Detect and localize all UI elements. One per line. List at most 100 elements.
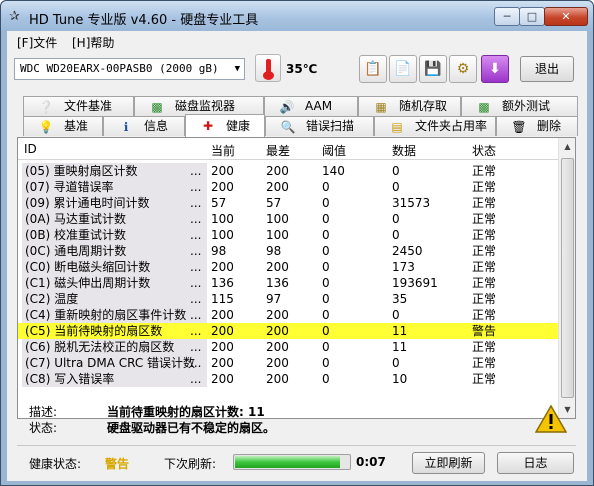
table-row[interactable]: (C4) 重新映射的扇区事件计数... 200 200 0 0 正常 <box>18 307 558 323</box>
table-row[interactable]: (C7) Ultra DMA CRC 错误计数... 200 200 0 0 正… <box>18 355 558 371</box>
table-row[interactable]: (05) 重映射扇区计数... 200 200 140 0 正常 <box>18 163 558 179</box>
menu-file[interactable]: [F]文件 <box>17 34 57 51</box>
column-header-data[interactable]: 数据 <box>392 142 416 159</box>
attribute-worst: 100 <box>266 228 289 242</box>
tab-aam[interactable]: 🔊 AAM <box>264 96 358 116</box>
attribute-status: 警告 <box>472 324 497 338</box>
refresh-now-button[interactable]: 立即刷新 <box>412 452 485 474</box>
tab-extra-tests[interactable]: ▩ 额外测试 <box>461 96 578 116</box>
table-row[interactable]: (0C) 通电周期计数... 98 98 0 2450 正常 <box>18 243 558 259</box>
attribute-current: 100 <box>211 212 234 226</box>
attribute-data: 173 <box>392 260 415 274</box>
attribute-worst: 57 <box>266 196 282 210</box>
table-row[interactable]: (C2) 温度... 115 97 0 35 正常 <box>18 291 558 307</box>
exit-button[interactable]: 退出 <box>520 56 574 82</box>
attribute-id: (0A) 马达重试计数... <box>22 211 207 227</box>
refresh-timer: 0:07 <box>356 455 386 469</box>
attribute-threshold: 0 <box>322 212 330 226</box>
attribute-current: 115 <box>211 292 234 306</box>
main-window: ✰ HD Tune 专业版 v4.60 - 硬盘专业工具 ─ □ ✕ [F]文件… <box>0 0 594 486</box>
download-button[interactable]: ⬇ <box>481 55 509 83</box>
attribute-id: (C1) 磁头伸出周期计数... <box>22 275 207 291</box>
attribute-status: 正常 <box>472 292 497 306</box>
health-cross-icon: ✚ <box>202 119 214 133</box>
copy-screen-icon: 📄 <box>394 61 412 77</box>
settings-button[interactable]: ⚙ <box>449 55 477 83</box>
menu-help[interactable]: [H]帮助 <box>72 34 114 51</box>
drive-select[interactable]: WDC WD20EARX-00PASB0 (2000 gB) ▼ <box>14 58 245 80</box>
table-row[interactable]: (07) 寻道错误率... 200 200 0 0 正常 <box>18 179 558 195</box>
save-button[interactable]: 💾 <box>419 55 447 83</box>
scrollbar-thumb[interactable] <box>561 158 574 398</box>
attribute-id: (05) 重映射扇区计数... <box>22 163 207 179</box>
tab-info[interactable]: ℹ 信息 <box>103 116 185 136</box>
temperature-value: 35℃ <box>286 62 318 76</box>
attribute-status: 正常 <box>472 180 497 194</box>
minimize-button[interactable]: ─ <box>494 7 520 26</box>
attribute-id: (C0) 断电磁头缩回计数... <box>22 259 207 275</box>
attribute-threshold: 0 <box>322 276 330 290</box>
attribute-status: 正常 <box>472 372 497 386</box>
attribute-current: 200 <box>211 180 234 194</box>
tab-error-scan[interactable]: 🔍 错误扫描 <box>265 116 374 136</box>
table-row[interactable]: (C1) 磁头伸出周期计数... 136 136 0 193691 正常 <box>18 275 558 291</box>
table-row[interactable]: (C0) 断电磁头缩回计数... 200 200 0 173 正常 <box>18 259 558 275</box>
attribute-data: 0 <box>392 212 400 226</box>
attribute-id: (C2) 温度... <box>22 291 207 307</box>
attribute-threshold: 0 <box>322 244 330 258</box>
tab-disk-monitor[interactable]: ▩ 磁盘监视器 <box>134 96 264 116</box>
attribute-worst: 200 <box>266 372 289 386</box>
table-row[interactable]: (09) 累计通电时间计数... 57 57 0 31573 正常 <box>18 195 558 211</box>
info-icon: ❔ <box>38 100 54 114</box>
save-icon: 💾 <box>424 61 442 77</box>
attribute-data: 10 <box>392 372 408 386</box>
attribute-status: 正常 <box>472 228 497 242</box>
log-button[interactable]: 日志 <box>497 452 574 474</box>
column-header-worst[interactable]: 最差 <box>266 142 290 159</box>
attribute-data: 0 <box>392 356 400 370</box>
window-title: HD Tune 专业版 v4.60 - 硬盘专业工具 <box>29 13 259 28</box>
maximize-button[interactable]: □ <box>519 7 545 26</box>
attribute-data: 0 <box>392 228 400 242</box>
tab-random-access[interactable]: ▦ 随机存取 <box>358 96 461 116</box>
table-row-selected[interactable]: (C5) 当前待映射的扇区数... 200 200 0 11 警告 <box>18 323 558 339</box>
column-header-id[interactable]: ID <box>24 142 37 156</box>
attribute-status: 正常 <box>472 340 497 354</box>
health-status-label: 健康状态: <box>29 457 82 471</box>
attribute-status: 正常 <box>472 212 497 226</box>
tab-file-benchmark[interactable]: ❔ 文件基准 <box>23 96 134 116</box>
attribute-status: 正常 <box>472 276 497 290</box>
app-icon: ✰ <box>9 9 20 24</box>
tab-health[interactable]: ✚ 健康 <box>185 114 265 137</box>
chart-icon: ▩ <box>151 100 163 114</box>
title-bar[interactable]: ✰ HD Tune 专业版 v4.60 - 硬盘专业工具 ─ □ ✕ <box>1 1 593 31</box>
scroll-up-icon[interactable]: ▲ <box>559 138 576 155</box>
column-header-threshold[interactable]: 阈值 <box>322 142 346 159</box>
column-header-status[interactable]: 状态 <box>472 142 496 159</box>
column-header-current[interactable]: 当前 <box>211 142 235 159</box>
refresh-progress-fill <box>235 456 340 468</box>
copy-text-button[interactable]: 📋 <box>359 55 387 83</box>
attribute-data: 31573 <box>392 196 431 210</box>
tab-benchmark[interactable]: 💡 基准 <box>23 116 103 136</box>
attribute-worst: 200 <box>266 308 289 322</box>
status-label: 状态: <box>29 421 58 435</box>
attribute-threshold: 140 <box>322 164 345 178</box>
table-row[interactable]: (C8) 写入错误率... 200 200 0 10 正常 <box>18 371 558 387</box>
thermometer-icon <box>255 54 281 82</box>
vertical-scrollbar[interactable]: ▲ ▼ <box>558 138 575 418</box>
tab-delete[interactable]: 🗑 删除 <box>496 116 578 136</box>
attribute-data: 11 <box>392 324 408 338</box>
attribute-threshold: 0 <box>322 228 330 242</box>
tab-folder-usage[interactable]: ▤ 文件夹占用率 <box>374 116 496 136</box>
copy-screen-button[interactable]: 📄 <box>389 55 417 83</box>
table-row[interactable]: (C6) 脱机无法校正的扇区数... 200 200 0 11 正常 <box>18 339 558 355</box>
close-button[interactable]: ✕ <box>544 7 588 26</box>
table-row[interactable]: (0A) 马达重试计数... 100 100 0 0 正常 <box>18 211 558 227</box>
chevron-down-icon[interactable]: ▼ <box>235 59 240 79</box>
magnifier-icon: 🔍 <box>280 120 296 134</box>
attribute-threshold: 0 <box>322 356 330 370</box>
attribute-id: (07) 寻道错误率... <box>22 179 207 195</box>
table-row[interactable]: (0B) 校准重试计数... 100 100 0 0 正常 <box>18 227 558 243</box>
attribute-status: 正常 <box>472 196 497 210</box>
